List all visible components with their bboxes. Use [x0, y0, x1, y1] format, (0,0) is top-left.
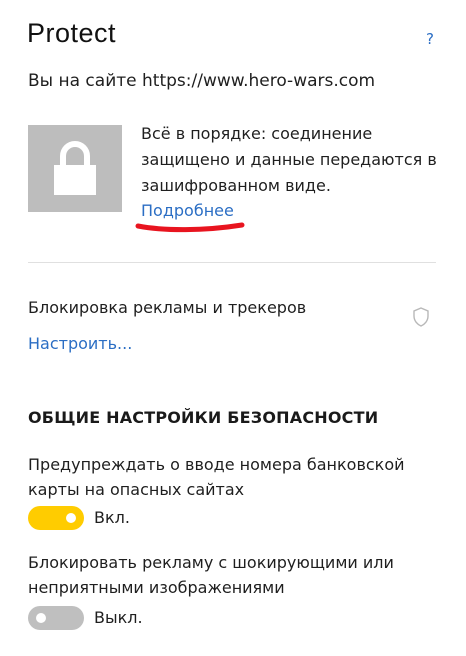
card-warning-state: Вкл. [94, 508, 130, 527]
ad-tracker-block-title: Блокировка рекламы и трекеров [28, 298, 307, 317]
shocking-ads-toggle[interactable] [28, 606, 84, 630]
current-site-text: Вы на сайте https://www.hero-wars.com [28, 71, 376, 91]
general-security-heading: ОБЩИЕ НАСТРОЙКИ БЕЗОПАСНОСТИ [28, 408, 379, 427]
card-warning-option-label: Предупреждать о вводе номера банковской … [28, 455, 405, 499]
toggle-knob [66, 513, 76, 523]
panel-title: Protect [27, 18, 117, 48]
lock-icon-tile [28, 125, 122, 212]
connection-status-text: Всё в порядке: соединение защищено и дан… [141, 124, 437, 195]
red-underline-annotation [135, 222, 245, 233]
lock-icon [54, 141, 96, 195]
configure-link[interactable]: Настроить... [28, 334, 132, 353]
shocking-ads-option-label: Блокировать рекламу с шокирующими или не… [28, 553, 394, 597]
toggle-knob [36, 613, 46, 623]
shocking-ads-state: Выкл. [94, 608, 143, 627]
card-warning-toggle[interactable] [28, 506, 84, 530]
section-divider [28, 262, 436, 263]
more-details-link[interactable]: Подробнее [141, 201, 234, 220]
help-link[interactable]: ? [426, 30, 434, 48]
shield-icon [413, 307, 429, 327]
